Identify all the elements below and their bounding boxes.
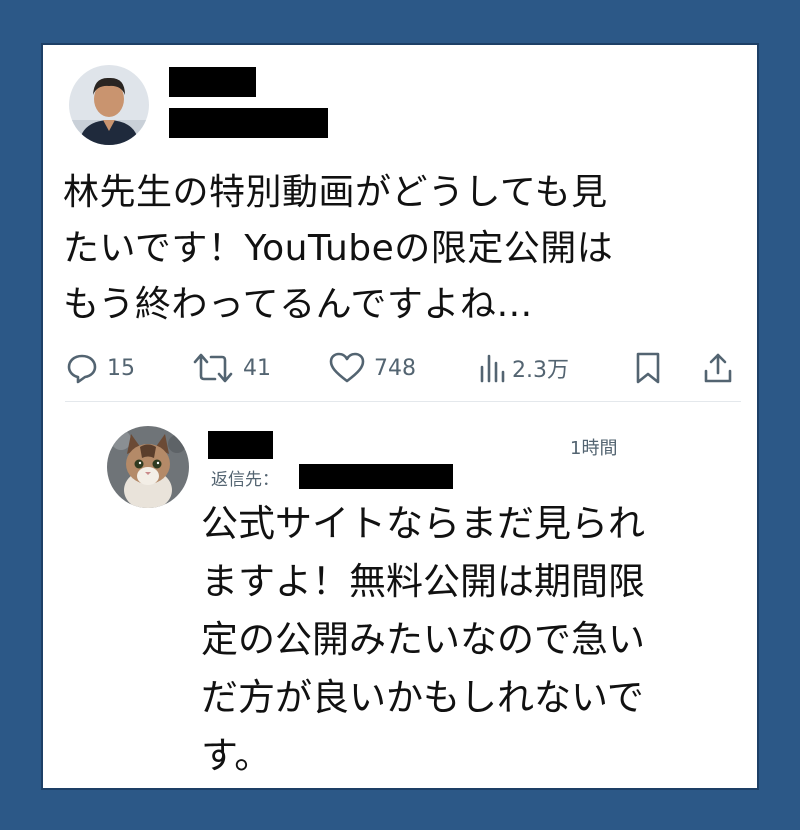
reply-text: 公式サイトならまだ見られ ますよ！無料公開は期間限 定の公開みたいなので急い だ…: [201, 495, 751, 785]
reply-text-line: 定の公開みたいなので急い: [201, 618, 645, 661]
reply-author-avatar[interactable]: [107, 426, 189, 508]
retweet-count: 41: [243, 355, 271, 381]
bookmark-icon: [633, 351, 663, 385]
share-icon: [701, 351, 735, 385]
reply-text-line: だ方が良いかもしれないで: [201, 676, 644, 719]
views-button[interactable]: 2.3万: [478, 345, 569, 391]
reply-text-line: す。: [201, 734, 272, 777]
reply-text-line: ますよ！無料公開は期間限: [201, 560, 645, 603]
views-count: 2.3万: [512, 358, 569, 383]
reply-text-line: 公式サイトならまだ見られ: [201, 502, 645, 545]
tweet-text-line: たいです！YouTubeの限定公開は: [63, 228, 614, 269]
reply-to-handle-redacted[interactable]: [299, 464, 453, 489]
bookmark-button[interactable]: [633, 345, 663, 391]
tweet-card: 林先生の特別動画がどうしても見 たいです！YouTubeの限定公開は もう終わっ…: [41, 43, 759, 790]
divider: [65, 401, 741, 402]
reply-timestamp: 1時間: [570, 438, 618, 459]
like-button[interactable]: 748: [328, 345, 416, 391]
like-icon: [328, 351, 366, 385]
reply-button[interactable]: 15: [65, 345, 135, 391]
tweet-text: 林先生の特別動画がどうしても見 たいです！YouTubeの限定公開は もう終わっ…: [63, 165, 753, 333]
tweet-text-line: 林先生の特別動画がどうしても見: [63, 172, 608, 213]
reply-to-label: 返信先：: [211, 470, 279, 490]
retweet-button[interactable]: 41: [191, 345, 271, 391]
retweet-icon: [191, 351, 235, 385]
author-avatar[interactable]: [69, 65, 149, 145]
author-name-redacted: [169, 67, 256, 97]
like-count: 748: [374, 355, 416, 381]
reply-author-name-redacted: [208, 431, 273, 459]
reply-icon: [65, 351, 99, 385]
tweet-text-line: もう終わってるんですよね…: [63, 284, 533, 325]
share-button[interactable]: [701, 345, 735, 391]
author-handle-redacted: [169, 108, 328, 138]
reply-count: 15: [107, 355, 135, 381]
tweet-action-bar: 15 41 748 2.3万: [65, 345, 732, 391]
views-icon: [478, 351, 508, 385]
